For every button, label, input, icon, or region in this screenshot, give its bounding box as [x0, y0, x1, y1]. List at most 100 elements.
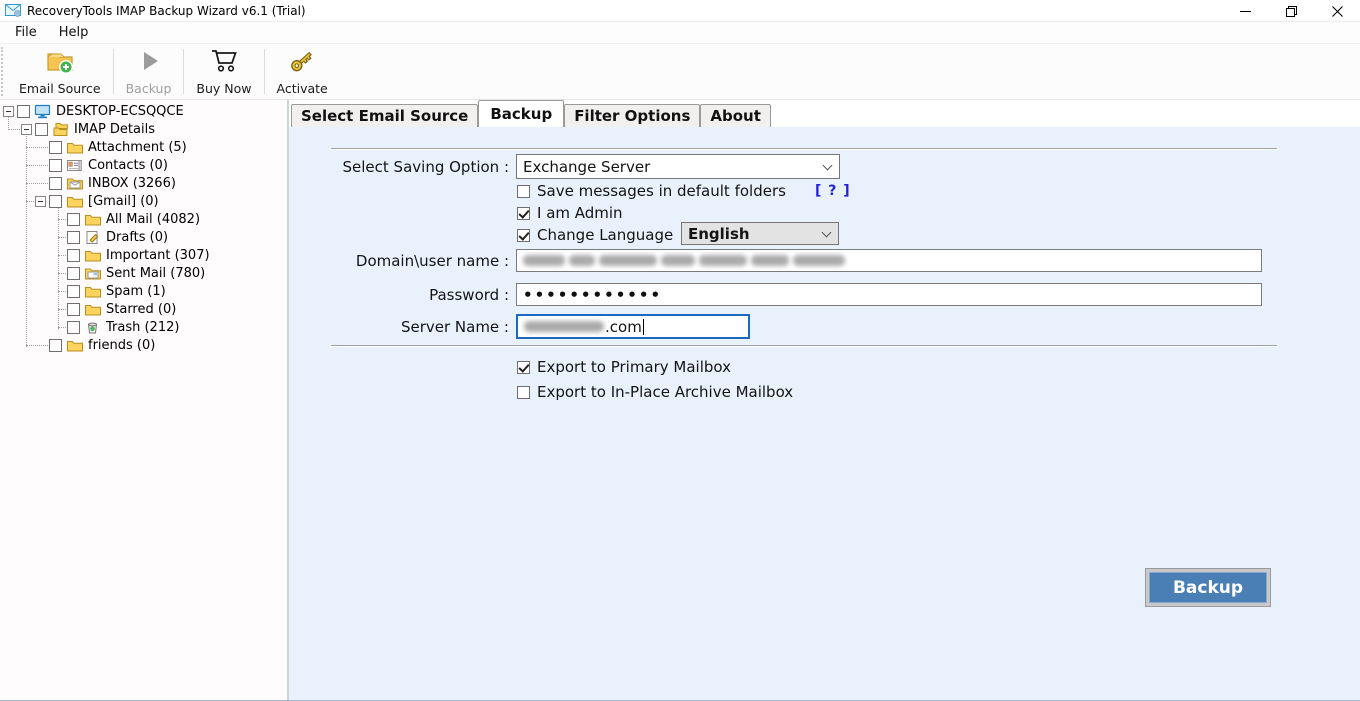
password-dots: ••••••••••••: [523, 286, 662, 304]
tree-item-inbox[interactable]: INBOX (3266): [0, 174, 287, 192]
folder-icon: [66, 194, 83, 208]
tree-checkbox[interactable]: [67, 249, 80, 262]
tree-checkbox[interactable]: [67, 231, 80, 244]
export-primary-label: Export to Primary Mailbox: [537, 358, 731, 376]
restore-button[interactable]: [1268, 0, 1314, 22]
change-language-checkbox[interactable]: [517, 229, 530, 242]
help-link[interactable]: [ ? ]: [815, 183, 851, 199]
server-name-input[interactable]: .com: [516, 314, 750, 339]
tree-item-label: Spam (1): [106, 284, 166, 299]
language-dropdown[interactable]: English: [681, 222, 839, 245]
toolbar-button-label: Buy Now: [196, 81, 251, 96]
folder-icon: [84, 284, 101, 298]
tree-item-label: IMAP Details: [74, 122, 155, 137]
collapse-toggle-icon[interactable]: [21, 124, 32, 135]
folder-tree-panel: DESKTOP-ECSQQCE IMAP Details Attachment …: [0, 100, 287, 700]
tree-checkbox[interactable]: [67, 321, 80, 334]
menu-help[interactable]: Help: [48, 23, 100, 42]
save-messages-label: Save messages in default folders: [537, 182, 786, 200]
trash-icon: [84, 320, 101, 334]
tree-item-imap-details[interactable]: IMAP Details: [0, 120, 287, 138]
menu-bar: File Help: [0, 22, 1360, 44]
password-label: Password :: [319, 286, 509, 304]
tree-checkbox[interactable]: [49, 141, 62, 154]
tree-item-label: Contacts (0): [88, 158, 168, 173]
domain-username-input[interactable]: [516, 249, 1262, 272]
tree-checkbox[interactable]: [67, 267, 80, 280]
password-input[interactable]: ••••••••••••: [516, 283, 1262, 306]
tree-checkbox[interactable]: [67, 285, 80, 298]
tree-item-spam[interactable]: Spam (1): [0, 282, 287, 300]
close-button[interactable]: [1314, 0, 1360, 22]
backup-button[interactable]: Backup: [1149, 572, 1267, 603]
contacts-icon: [66, 158, 83, 172]
tree-checkbox[interactable]: [49, 195, 62, 208]
tree-item-label: Starred (0): [106, 302, 176, 317]
inbox-icon: [66, 176, 83, 190]
separator: [331, 345, 1277, 346]
folder-tree: DESKTOP-ECSQQCE IMAP Details Attachment …: [0, 102, 287, 354]
toolbar-separator: [264, 49, 265, 94]
tree-item-drafts[interactable]: Drafts (0): [0, 228, 287, 246]
folder-icon: [66, 140, 83, 154]
tab-strip: Select Email Source Backup Filter Option…: [289, 100, 1360, 127]
tree-item-label: DESKTOP-ECSQQCE: [56, 104, 184, 119]
tab-about[interactable]: About: [700, 104, 771, 127]
i-am-admin-row: I am Admin: [517, 204, 623, 222]
text-caret: [643, 319, 644, 335]
tree-item-attachment[interactable]: Attachment (5): [0, 138, 287, 156]
saving-option-label: Select Saving Option :: [319, 158, 509, 176]
saving-option-dropdown[interactable]: Exchange Server: [516, 154, 840, 179]
tab-select-email-source[interactable]: Select Email Source: [291, 104, 478, 127]
folder-icon: [66, 338, 83, 352]
toolbar-separator: [183, 49, 184, 94]
backup-run-button[interactable]: Backup: [116, 44, 182, 99]
server-name-suffix: .com: [605, 318, 642, 336]
tree-item-label: Trash (212): [106, 320, 179, 335]
collapse-toggle-icon[interactable]: [3, 106, 14, 117]
separator: [331, 148, 1277, 149]
collapse-toggle-icon[interactable]: [35, 196, 46, 207]
tree-item-all-mail[interactable]: All Mail (4082): [0, 210, 287, 228]
tree-item-sent-mail[interactable]: Sent Mail (780): [0, 264, 287, 282]
tree-checkbox[interactable]: [35, 123, 48, 136]
tree-item-trash[interactable]: Trash (212): [0, 318, 287, 336]
tree-checkbox[interactable]: [17, 105, 30, 118]
i-am-admin-checkbox[interactable]: [517, 207, 530, 220]
tree-item-label: [Gmail] (0): [88, 194, 159, 209]
tree-item-label: INBOX (3266): [88, 176, 176, 191]
tree-item-contacts[interactable]: Contacts (0): [0, 156, 287, 174]
tree-checkbox[interactable]: [49, 159, 62, 172]
tree-item-label: Drafts (0): [106, 230, 168, 245]
tree-checkbox[interactable]: [67, 213, 80, 226]
email-source-button[interactable]: Email Source: [9, 44, 111, 99]
toolbar-gripper: [1, 47, 8, 96]
tree-item-desktop[interactable]: DESKTOP-ECSQQCE: [0, 102, 287, 120]
backup-run-icon: [133, 46, 165, 80]
minimize-button[interactable]: [1222, 0, 1268, 22]
tree-item-gmail[interactable]: [Gmail] (0): [0, 192, 287, 210]
export-primary-checkbox[interactable]: [517, 361, 530, 374]
sent-mail-icon: [84, 266, 101, 280]
save-messages-row: Save messages in default folders [ ? ]: [517, 182, 851, 200]
menu-file[interactable]: File: [4, 23, 48, 42]
export-primary-row: Export to Primary Mailbox: [517, 358, 731, 376]
tree-checkbox[interactable]: [67, 303, 80, 316]
export-archive-checkbox[interactable]: [517, 386, 530, 399]
activate-button[interactable]: Activate: [267, 44, 338, 99]
tree-checkbox[interactable]: [49, 177, 62, 190]
server-name-label: Server Name :: [319, 318, 509, 336]
tab-backup[interactable]: Backup: [478, 100, 564, 127]
tree-item-starred[interactable]: Starred (0): [0, 300, 287, 318]
tab-filter-options[interactable]: Filter Options: [564, 104, 700, 127]
save-messages-checkbox[interactable]: [517, 185, 530, 198]
buy-now-button[interactable]: Buy Now: [186, 44, 261, 99]
tree-item-important[interactable]: Important (307): [0, 246, 287, 264]
key-icon: [286, 46, 318, 80]
domain-username-label: Domain\user name :: [319, 252, 509, 270]
tree-item-label: Attachment (5): [88, 140, 187, 155]
tree-checkbox[interactable]: [49, 339, 62, 352]
tree-item-friends[interactable]: friends (0): [0, 336, 287, 354]
app-envelope-icon: [5, 4, 21, 17]
tree-item-label: Important (307): [106, 248, 210, 263]
